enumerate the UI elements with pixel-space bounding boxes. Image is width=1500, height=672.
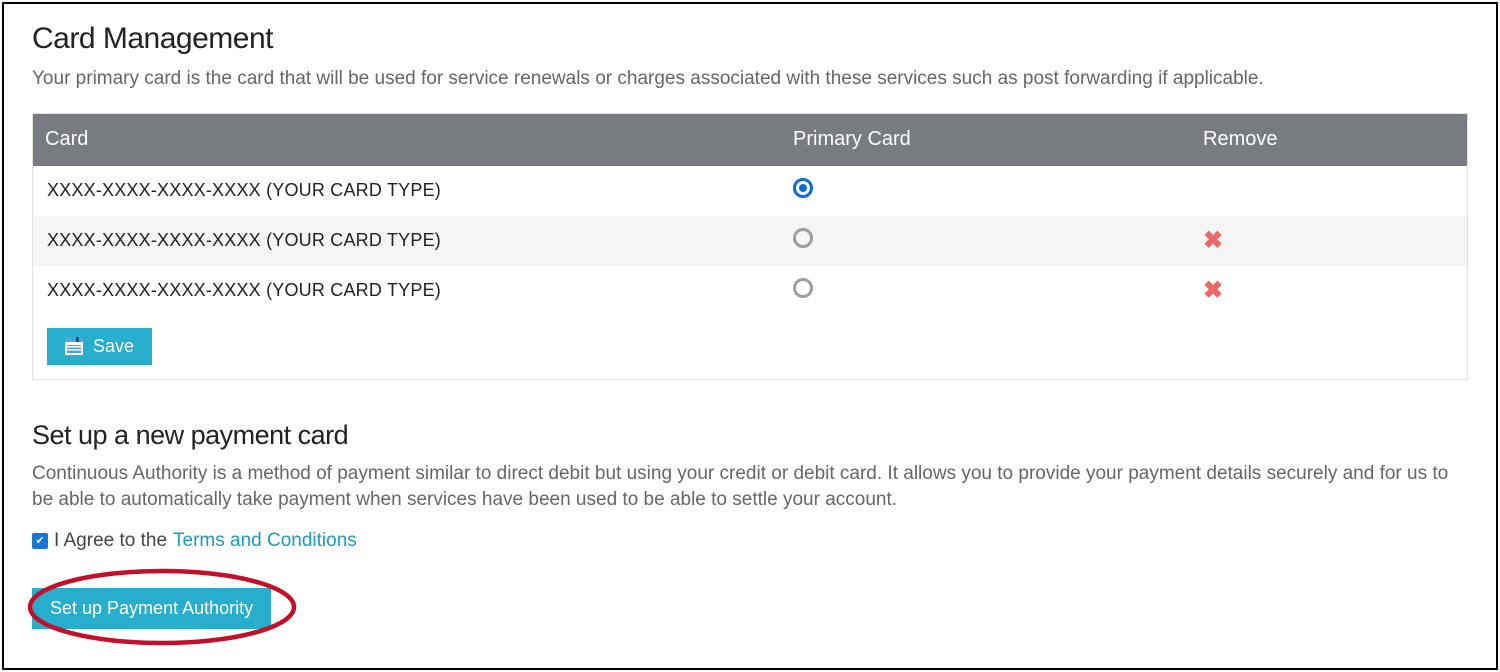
save-row: Save	[33, 316, 1467, 379]
terms-link[interactable]: Terms and Conditions	[173, 530, 357, 552]
setup-payment-authority-button[interactable]: Set up Payment Authority	[32, 588, 271, 629]
header-remove: Remove	[1203, 128, 1467, 151]
setup-area: Set up Payment Authority	[32, 588, 1468, 668]
card-label: XXXX-XXXX-XXXX-XXXX (YOUR CARD TYPE)	[33, 180, 793, 201]
page-subtitle: Your primary card is the card that will …	[32, 66, 1468, 93]
agree-prefix: I Agree to the	[54, 530, 167, 552]
primary-radio[interactable]	[793, 228, 813, 248]
card-label: XXXX-XXXX-XXXX-XXXX (YOUR CARD TYPE)	[33, 230, 793, 251]
remove-icon[interactable]: ✖	[1203, 279, 1223, 303]
save-button[interactable]: Save	[47, 328, 152, 365]
setup-button-label: Set up Payment Authority	[50, 598, 253, 618]
save-button-label: Save	[93, 336, 134, 357]
card-label: XXXX-XXXX-XXXX-XXXX (YOUR CARD TYPE)	[33, 280, 793, 301]
page-title: Card Management	[32, 22, 1468, 56]
agree-row: ✔ I Agree to the Terms and Conditions	[32, 530, 1468, 552]
header-card: Card	[33, 128, 793, 151]
table-row: XXXX-XXXX-XXXX-XXXX (YOUR CARD TYPE) ✖	[33, 266, 1467, 316]
primary-radio[interactable]	[793, 278, 813, 298]
section-desc-new-card: Continuous Authority is a method of paym…	[32, 461, 1468, 514]
save-icon	[65, 337, 83, 355]
card-management-panel: Card Management Your primary card is the…	[2, 2, 1498, 670]
primary-radio[interactable]	[793, 178, 813, 198]
agree-checkbox[interactable]: ✔	[32, 533, 48, 549]
header-primary: Primary Card	[793, 128, 1203, 151]
table-row: XXXX-XXXX-XXXX-XXXX (YOUR CARD TYPE) ✖	[33, 216, 1467, 266]
table-row: XXXX-XXXX-XXXX-XXXX (YOUR CARD TYPE)	[33, 166, 1467, 216]
table-header-row: Card Primary Card Remove	[33, 114, 1467, 166]
section-title-new-card: Set up a new payment card	[32, 420, 1468, 451]
remove-icon[interactable]: ✖	[1203, 229, 1223, 253]
cards-table: Card Primary Card Remove XXXX-XXXX-XXXX-…	[32, 113, 1468, 380]
